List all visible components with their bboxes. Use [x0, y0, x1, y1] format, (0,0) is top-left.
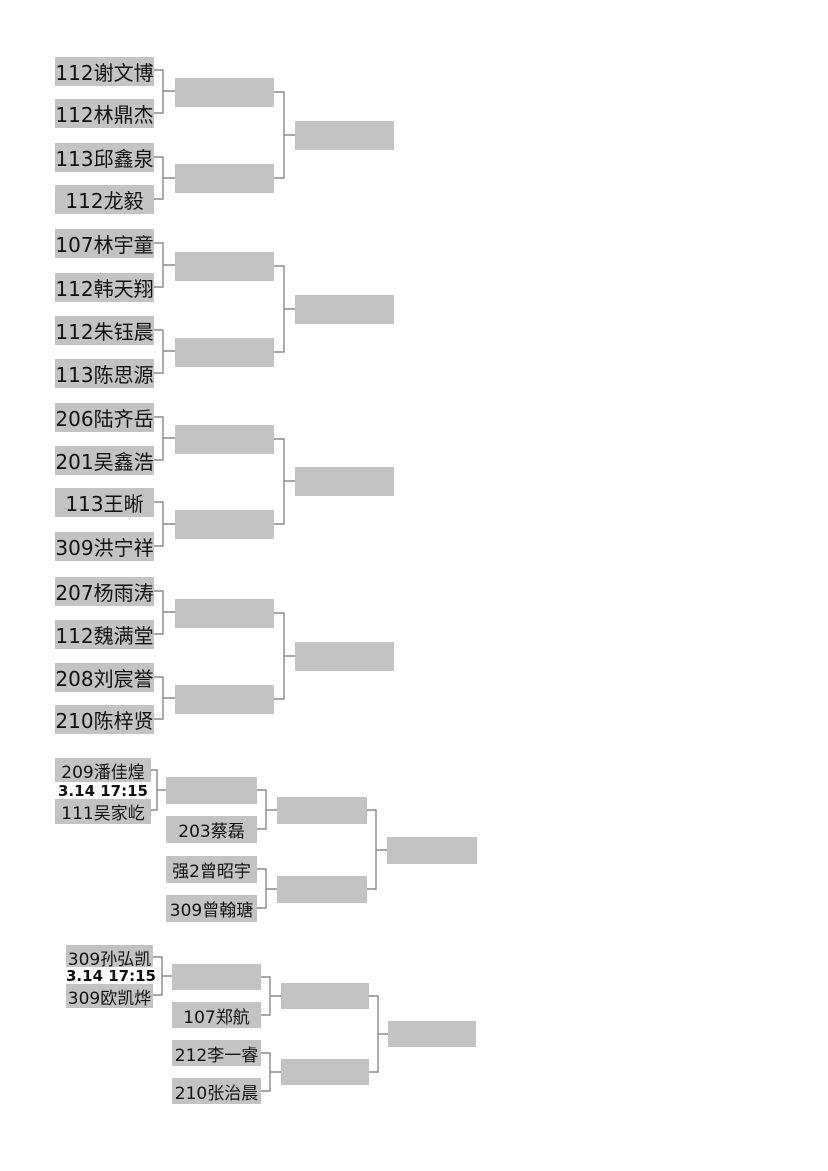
final-slot: [387, 837, 477, 864]
player-slot: 201吴鑫浩: [55, 446, 154, 475]
prelim-player-slot: 309孙弘凯: [66, 945, 153, 970]
connector-line: [274, 265, 295, 353]
winner-slot: [175, 685, 274, 714]
prelim-player-slot: 309欧凯烨: [66, 984, 153, 1009]
winner-slot: [277, 797, 367, 824]
connector-line: [257, 868, 277, 909]
winner-slot: [175, 599, 274, 628]
connector-line: [153, 416, 175, 461]
connector-line: [274, 91, 295, 179]
player-slot: 207杨雨涛: [55, 577, 154, 606]
prelim-winner-slot: [166, 777, 257, 804]
player-slot: 112龙毅: [55, 185, 154, 214]
player-slot: 113王晰: [55, 488, 154, 517]
winner-slot: [175, 510, 274, 539]
final-slot: [388, 1021, 476, 1047]
player-slot: 强2曾昭宇: [166, 856, 257, 883]
player-slot: 112谢文博: [55, 57, 154, 86]
player-slot: 112林鼎杰: [55, 99, 154, 128]
winner-slot: [175, 78, 274, 107]
connector-line: [274, 438, 295, 525]
connector-line: [367, 809, 387, 890]
connector-line: [153, 156, 175, 200]
connector-line: [369, 995, 388, 1073]
connector-line: [151, 769, 166, 811]
player-slot: 210张治晨: [172, 1078, 261, 1104]
player-slot: 208刘宸誉: [55, 663, 154, 692]
match-time: 3.14 17:15: [66, 967, 156, 985]
final-slot: [295, 295, 394, 324]
connector-line: [274, 612, 295, 700]
winner-slot: [277, 876, 367, 903]
player-slot: 112韩天翔: [55, 273, 154, 302]
connector-line: [153, 676, 175, 720]
player-slot: 107郑航: [172, 1002, 261, 1028]
prelim-player-slot: 111吴家屹: [55, 799, 151, 824]
connector-line: [153, 501, 175, 547]
connector-line: [257, 789, 277, 830]
player-slot: 212李一睿: [172, 1040, 261, 1066]
final-slot: [295, 467, 394, 496]
player-slot: 112朱钰晨: [55, 316, 154, 345]
final-slot: [295, 642, 394, 671]
connector-line: [153, 329, 175, 374]
match-time: 3.14 17:15: [55, 782, 151, 800]
winner-slot: [281, 1059, 369, 1085]
prelim-winner-slot: [172, 964, 261, 990]
connector-line: [153, 69, 175, 114]
player-slot: 113陈思源: [55, 359, 154, 388]
connector-line: [261, 976, 281, 1016]
player-slot: 107林宇童: [55, 229, 154, 258]
player-slot: 210陈梓贤: [55, 705, 154, 734]
player-slot: 203蔡磊: [166, 816, 257, 843]
player-slot: 206陆齐岳: [55, 403, 154, 432]
player-slot: 113邱鑫泉: [55, 143, 154, 172]
player-slot: 309洪宁祥: [55, 532, 154, 561]
winner-slot: [175, 252, 274, 281]
final-slot: [295, 121, 394, 150]
winner-slot: [175, 338, 274, 367]
connector-line: [153, 590, 175, 635]
winner-slot: [175, 425, 274, 454]
player-slot: 112魏满堂: [55, 620, 154, 649]
winner-slot: [281, 983, 369, 1009]
connector-line: [153, 242, 175, 288]
winner-slot: [175, 164, 274, 193]
prelim-player-slot: 209潘佳煌: [55, 758, 151, 783]
player-slot: 309曾翰瑭: [166, 895, 257, 922]
connector-line: [261, 1052, 281, 1092]
